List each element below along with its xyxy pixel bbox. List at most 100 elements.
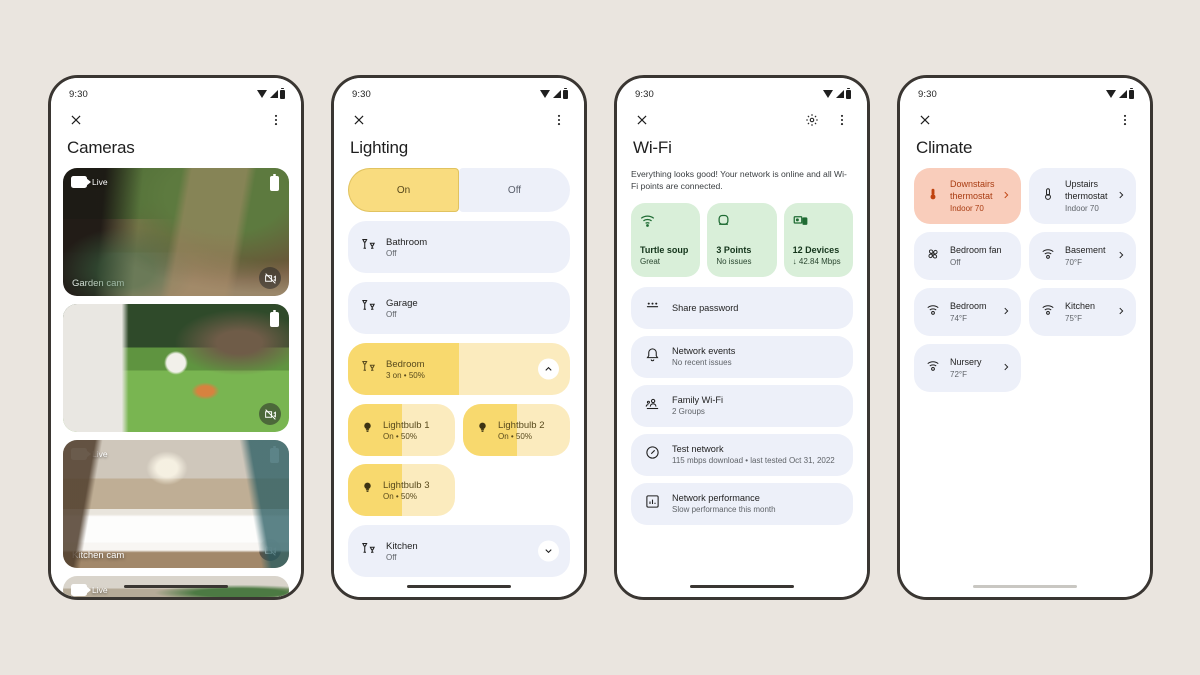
page-title: Lighting [350,138,408,157]
light-row-bathroom[interactable]: Bathroom Off [348,221,570,273]
chevron-right-icon[interactable] [1116,187,1126,205]
screen-wifi: 9:30 Wi-Fi Everything looks good! Your n… [617,78,867,597]
mic-off-icon[interactable] [259,267,281,289]
phone-cameras: 9:30 Cameras Live Garden cam Live Yard c… [48,75,304,600]
climate-card-downstairs-thermostat[interactable]: Downstairs thermostat Indoor 70 [914,168,1021,224]
light-row-garage[interactable]: Garage Off [348,282,570,334]
gear-icon[interactable] [803,111,821,129]
chevron-right-icon[interactable] [1116,247,1126,265]
light-row-kitchen[interactable]: Kitchen Off [348,525,570,577]
more-options-icon[interactable] [550,111,568,129]
sensor-icon [1041,247,1055,266]
close-icon[interactable] [916,111,934,129]
lightbulb-icon [361,481,374,499]
battery-icon [1129,87,1134,99]
on-off-toggle[interactable]: On Off [348,168,570,212]
climate-card-nursery[interactable]: Nursery 72°F [914,344,1021,392]
light-row-label: Garage [386,297,418,309]
wifi-icon [640,213,691,233]
chevron-up-icon[interactable] [538,358,559,380]
light-row-status: Off [386,552,397,562]
chevron-right-icon[interactable] [1116,303,1126,321]
wifi-stat-sub: ↓ 42.84 Mbps [792,256,841,266]
climate-card-basement[interactable]: Basement 70°F [1029,232,1136,280]
wifi-row-share-password[interactable]: Share password [631,286,853,329]
wifi-icon [823,90,833,98]
wifi-stat-network[interactable]: Turtle soup Great [631,202,701,277]
wifi-stat-title: 3 Points [716,244,752,255]
climate-card-bedroom[interactable]: Bedroom 74°F [914,288,1021,336]
wifi-icon [1106,90,1116,98]
wifi-stat-points[interactable]: 3 Points No issues [707,202,777,277]
light-row-status: Off [386,309,397,319]
camera-card-kitchen[interactable]: Live Kitchen cam [63,440,289,568]
wifi-row-title: Network events [672,346,736,357]
climate-card-upstairs-thermostat[interactable]: Upstairs thermostat Indoor 70 [1029,168,1136,224]
chevron-down-icon[interactable] [538,540,559,562]
home-indicator [124,584,228,588]
chevron-right-icon[interactable] [1001,359,1011,377]
video-camera-icon [71,312,91,324]
wifi-stat-sub: No issues [716,256,752,266]
light-row-bedroom[interactable]: Bedroom 3 on • 50% [348,343,570,395]
status-clock: 9:30 [69,88,88,100]
bulb-card-1[interactable]: Lightbulb 1 On • 50% [348,404,455,456]
status-bar: 9:30 [334,78,584,104]
mic-off-icon[interactable] [259,539,281,561]
camera-battery-icon [270,445,279,463]
screen-climate: 9:30 Climate Downstairs thermostat Indoo… [900,78,1150,597]
more-options-icon[interactable] [1116,111,1134,129]
home-indicator [973,584,1077,588]
close-icon[interactable] [633,111,651,129]
live-chip: Live [71,176,108,188]
light-row-label: Kitchen [386,540,418,552]
status-clock: 9:30 [635,88,654,100]
bulb-status: On • 50% [383,491,417,501]
chevron-right-icon[interactable] [1001,303,1011,321]
climate-card-kitchen[interactable]: Kitchen 75°F [1029,288,1136,336]
wifi-row-test-network[interactable]: Test network 115 mbps download • last te… [631,433,853,476]
app-bar [334,104,584,136]
signal-icon [552,90,561,98]
wifi-row-family-wifi[interactable]: Family Wi-Fi 2 Groups [631,384,853,427]
status-bar: 9:30 [617,78,867,104]
camera-name: Garden cam [72,278,125,289]
climate-card-title: Bedroom fan [950,244,1002,255]
bell-icon [645,347,660,367]
bulb-card-3[interactable]: Lightbulb 3 On • 50% [348,464,455,516]
speedometer-icon [645,445,660,465]
live-label: Live [92,449,108,459]
close-icon[interactable] [67,111,85,129]
live-chip: Live [71,312,108,324]
status-icons [257,87,285,99]
fan-icon [926,247,940,266]
lamp-icon [361,541,376,561]
thermostat-icon [1041,187,1055,206]
wifi-row-network-events[interactable]: Network events No recent issues [631,335,853,378]
bulb-card-2[interactable]: Lightbulb 2 On • 50% [463,404,570,456]
toggle-on-button[interactable]: On [348,168,459,212]
toggle-off-button[interactable]: Off [459,168,570,212]
app-bar [617,104,867,136]
wifi-row-network-performance[interactable]: Network performance Slow performance thi… [631,482,853,525]
more-options-icon[interactable] [267,111,285,129]
phone-lighting: 9:30 Lighting On Off Bathroom Off Garage… [331,75,587,600]
bulb-status: On • 50% [498,431,532,441]
screenshot-stage: 9:30 Cameras Live Garden cam Live Yard c… [0,0,1200,675]
climate-card-bedroom-fan[interactable]: Bedroom fan Off [914,232,1021,280]
sensor-icon [926,303,940,322]
bulb-label: Lightbulb 3 [383,479,430,491]
more-options-icon[interactable] [833,111,851,129]
wifi-stat-devices[interactable]: 12 Devices ↓ 42.84 Mbps [783,202,853,277]
lighting-content: On Off Bathroom Off Garage Off Bedroom 3… [334,168,584,577]
camera-card-yard[interactable]: Live Yard cam [63,304,289,432]
close-icon[interactable] [350,111,368,129]
status-icons [1106,87,1134,99]
camera-battery-icon [270,309,279,327]
climate-card-sub: Indoor 70 [1065,203,1099,213]
lightbulb-icon [361,421,374,439]
chevron-right-icon[interactable] [1001,187,1011,205]
climate-card-title: Basement [1065,244,1106,255]
mic-off-icon[interactable] [259,403,281,425]
camera-card-garden[interactable]: Live Garden cam [63,168,289,296]
